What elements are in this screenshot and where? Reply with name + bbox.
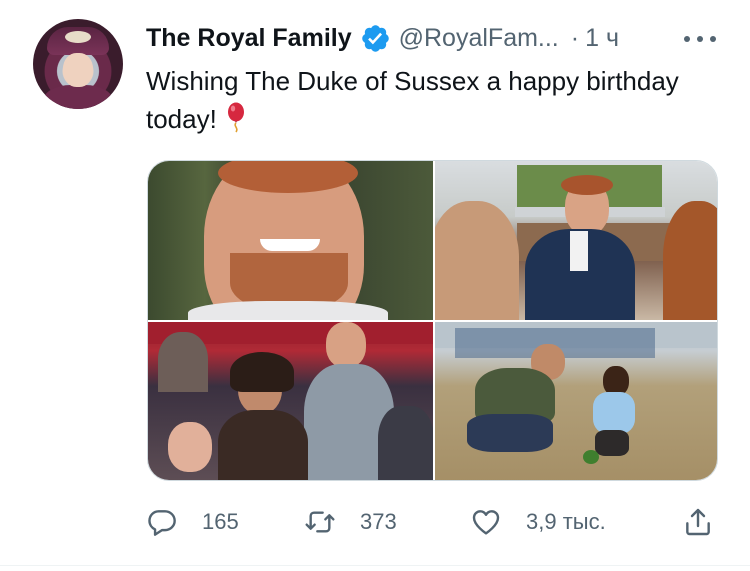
photo-3[interactable] <box>148 322 433 480</box>
separator-dot: · <box>570 23 580 52</box>
divider <box>0 565 750 566</box>
reply-count: 165 <box>202 509 239 534</box>
retweet-button[interactable]: 373 <box>304 504 397 540</box>
verified-badge-icon <box>361 24 389 52</box>
reply-button[interactable]: 165 <box>146 504 239 540</box>
action-bar: 165 373 3,9 тыс. <box>146 498 726 548</box>
photo-4[interactable] <box>435 322 717 480</box>
share-button[interactable] <box>682 504 714 540</box>
reply-icon <box>148 510 176 536</box>
like-button[interactable]: 3,9 тыс. <box>470 504 606 540</box>
tweet-text-container: Wishing The Duke of Sussex a happy birth… <box>146 62 726 138</box>
retweet-count: 373 <box>360 509 397 534</box>
more-dot-icon <box>710 36 716 42</box>
share-icon <box>686 508 710 536</box>
tweet-header: The Royal Family @RoyalFam... · 1 ч <box>146 22 619 54</box>
display-name[interactable]: The Royal Family <box>146 24 352 53</box>
like-count: 3,9 тыс. <box>526 509 606 534</box>
avatar-hat <box>47 27 109 55</box>
avatar-coat <box>43 85 113 109</box>
retweet-icon <box>305 511 335 533</box>
heart-icon <box>472 510 500 535</box>
media-grid <box>147 160 718 481</box>
more-dot-icon <box>697 36 703 42</box>
handle[interactable]: @RoyalFam... <box>399 24 559 53</box>
timestamp[interactable]: 1 ч <box>585 24 619 53</box>
tweet[interactable]: The Royal Family @RoyalFam... · 1 ч Wish… <box>0 0 750 571</box>
balloon-icon <box>227 102 244 133</box>
photo-1[interactable] <box>148 161 433 320</box>
more-options-button[interactable] <box>680 26 720 52</box>
photo-2[interactable] <box>435 161 717 320</box>
avatar[interactable] <box>33 19 123 109</box>
more-dot-icon <box>684 36 690 42</box>
avatar-face <box>63 53 93 87</box>
